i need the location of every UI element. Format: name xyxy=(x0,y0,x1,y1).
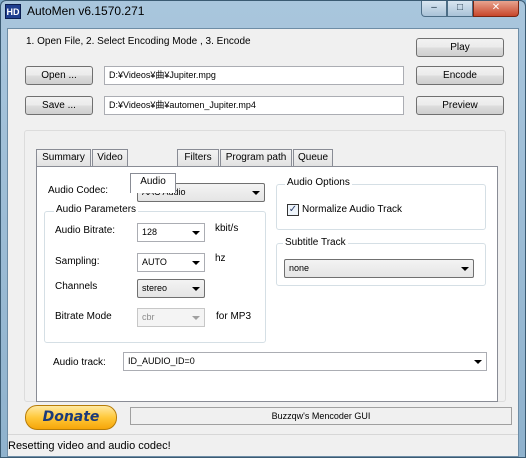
play-button[interactable]: Play xyxy=(416,38,504,57)
credit-text: Buzzqw's Mencoder GUI xyxy=(130,407,512,425)
preview-button[interactable]: Preview xyxy=(416,96,504,115)
bitrate-mode-select[interactable]: cbr xyxy=(137,308,205,327)
chevron-down-icon xyxy=(192,261,200,265)
open-button[interactable]: Open ... xyxy=(25,66,93,85)
subtitle-track-title: Subtitle Track xyxy=(283,237,348,248)
audio-track-select[interactable]: ID_AUDIO_ID=0 xyxy=(123,352,487,371)
save-button[interactable]: Save ... xyxy=(25,96,93,115)
audio-parameters-title: Audio Parameters xyxy=(54,204,139,215)
audio-codec-label: Audio Codec: xyxy=(48,185,109,196)
app-window: HD AutoMen v6.1570.271 – □ ✕ 1. Open Fil… xyxy=(0,0,526,458)
sampling-label: Sampling: xyxy=(55,256,100,267)
audio-track-label: Audio track: xyxy=(53,357,106,368)
chevron-down-icon xyxy=(192,287,200,291)
tab-program-path[interactable]: Program path xyxy=(220,149,292,166)
channels-value: stereo xyxy=(142,283,168,293)
maximize-button[interactable]: □ xyxy=(447,1,473,17)
instructions-text: 1. Open File, 2. Select Encoding Mode , … xyxy=(26,36,251,47)
close-button[interactable]: ✕ xyxy=(473,1,519,17)
window-title: AutoMen v6.1570.271 xyxy=(27,4,145,18)
tab-audio[interactable]: Audio xyxy=(130,173,176,193)
sampling-select[interactable]: AUTO xyxy=(137,253,205,272)
save-path-field[interactable]: D:¥Videos¥曲¥automen_Jupiter.mp4 xyxy=(104,96,404,115)
tab-video[interactable]: Video xyxy=(92,149,128,166)
normalize-label: Normalize Audio Track xyxy=(302,204,403,215)
bitrate-mode-label: Bitrate Mode xyxy=(55,311,112,322)
status-bar: Resetting video and audio codec! xyxy=(8,434,518,456)
tab-queue[interactable]: Queue xyxy=(293,149,333,166)
subtitle-track-value: none xyxy=(289,263,310,273)
donate-button[interactable]: Donate xyxy=(25,405,117,430)
audio-track-value: ID_AUDIO_ID=0 xyxy=(128,356,195,366)
channels-select[interactable]: stereo xyxy=(137,279,205,298)
open-path-field[interactable]: D:¥Videos¥曲¥Jupiter.mpg xyxy=(104,66,404,85)
audio-options-title: Audio Options xyxy=(285,177,352,188)
audio-bitrate-label: Audio Bitrate: xyxy=(55,225,116,236)
chevron-down-icon xyxy=(461,267,469,271)
title-bar[interactable]: HD AutoMen v6.1570.271 – □ ✕ xyxy=(1,1,525,23)
main-client-area: 1. Open File, 2. Select Encoding Mode , … xyxy=(7,28,519,457)
minimize-button[interactable]: – xyxy=(421,1,447,17)
bitrate-mode-note: for MP3 xyxy=(216,311,252,322)
chevron-down-icon xyxy=(192,316,200,320)
status-text: Resetting video and audio codec! xyxy=(8,440,171,452)
normalize-checkbox[interactable]: ✓ xyxy=(287,204,299,216)
sampling-value: AUTO xyxy=(142,257,167,267)
audio-bitrate-value: 128 xyxy=(142,227,158,237)
chevron-down-icon xyxy=(192,231,200,235)
channels-label: Channels xyxy=(55,281,98,292)
chevron-down-icon xyxy=(252,191,260,195)
chevron-down-icon xyxy=(474,360,482,364)
audio-tab-panel: Audio Codec: AAC Audio Audio Parameters … xyxy=(36,166,498,402)
sampling-unit: hz xyxy=(215,253,226,264)
tab-filters[interactable]: Filters xyxy=(177,149,219,166)
audio-bitrate-unit: kbit/s xyxy=(215,223,239,234)
tab-summary[interactable]: Summary xyxy=(36,149,91,166)
app-icon: HD xyxy=(5,4,21,19)
audio-bitrate-select[interactable]: 128 xyxy=(137,223,205,242)
bitrate-mode-value: cbr xyxy=(142,312,155,322)
encode-button[interactable]: Encode xyxy=(416,66,504,85)
subtitle-track-select[interactable]: none xyxy=(284,259,474,278)
